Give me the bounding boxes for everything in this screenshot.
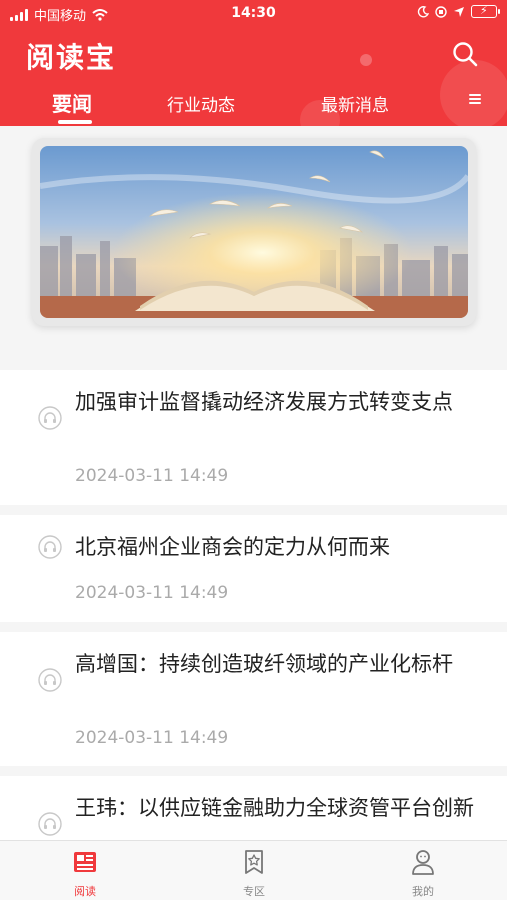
audio-icon[interactable] bbox=[38, 406, 62, 430]
search-icon[interactable] bbox=[451, 40, 479, 68]
newspaper-icon bbox=[74, 852, 96, 872]
moon-icon bbox=[417, 5, 429, 17]
nav-read[interactable]: 阅读 bbox=[45, 847, 125, 899]
more-tabs-icon[interactable] bbox=[469, 94, 481, 104]
audio-icon[interactable] bbox=[38, 668, 62, 692]
bottom-nav: 阅读 专区 我的 bbox=[0, 840, 507, 900]
tab-headlines[interactable]: 要闻 bbox=[52, 88, 92, 117]
app-root: 中国移动 14:30 ⚡ 阅读宝 要闻 行业动态 最新消息 加强审计监督撬动经济… bbox=[0, 0, 507, 900]
news-date: 2024-03-11 14:49 bbox=[75, 583, 229, 603]
nav-label: 专区 bbox=[243, 885, 265, 898]
news-title[interactable]: 王玮：以供应链金融助力全球资管平台创新 bbox=[75, 794, 475, 823]
news-title[interactable]: 北京福州企业商会的定力从何而来 bbox=[75, 533, 475, 562]
tab-latest-news[interactable]: 最新消息 bbox=[321, 91, 389, 116]
banner-card[interactable] bbox=[32, 138, 476, 326]
news-item[interactable]: 北京福州企业商会的定力从何而来 2024-03-11 14:49 bbox=[0, 515, 507, 622]
app-title: 阅读宝 bbox=[26, 41, 117, 74]
header-decoration bbox=[360, 54, 372, 66]
status-right: ⚡ bbox=[417, 4, 500, 18]
nav-zone[interactable]: 专区 bbox=[214, 847, 294, 899]
news-title[interactable]: 加强审计监督撬动经济发展方式转变支点 bbox=[75, 388, 475, 417]
active-tab-indicator bbox=[58, 120, 92, 124]
audio-icon[interactable] bbox=[38, 535, 62, 559]
tab-industry-news[interactable]: 行业动态 bbox=[167, 91, 235, 116]
status-bar: 中国移动 14:30 ⚡ bbox=[0, 0, 507, 28]
banner-section bbox=[0, 126, 507, 366]
news-item[interactable]: 加强审计监督撬动经济发展方式转变支点 2024-03-11 14:49 bbox=[0, 370, 507, 505]
audio-icon[interactable] bbox=[38, 812, 62, 836]
battery-icon: ⚡ bbox=[471, 4, 500, 18]
bookmark-star-icon bbox=[245, 850, 263, 874]
news-item[interactable]: 王玮：以供应链金融助力全球资管平台创新 bbox=[0, 776, 507, 840]
orientation-lock-icon bbox=[435, 5, 447, 18]
user-icon bbox=[412, 850, 434, 875]
nav-mine[interactable]: 我的 bbox=[383, 847, 463, 899]
news-title[interactable]: 高增国：持续创造玻纤领域的产业化标杆 bbox=[75, 650, 475, 679]
tab-bar: 要闻 行业动态 最新消息 bbox=[0, 86, 507, 126]
news-date: 2024-03-11 14:49 bbox=[75, 466, 229, 486]
header: 中国移动 14:30 ⚡ 阅读宝 要闻 行业动态 最新消息 bbox=[0, 0, 507, 126]
news-item[interactable]: 高增国：持续创造玻纤领域的产业化标杆 2024-03-11 14:49 bbox=[0, 632, 507, 766]
banner-image bbox=[40, 146, 468, 318]
nav-label: 阅读 bbox=[74, 885, 96, 898]
news-date: 2024-03-11 14:49 bbox=[75, 728, 229, 748]
location-icon bbox=[454, 6, 464, 17]
nav-label: 我的 bbox=[412, 885, 434, 898]
